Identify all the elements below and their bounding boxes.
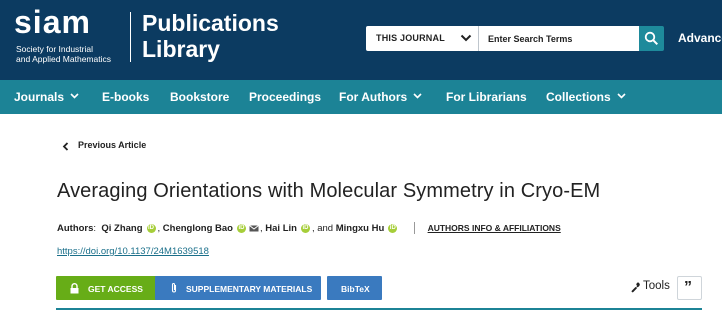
- cite-button[interactable]: ”: [677, 276, 702, 300]
- site-title[interactable]: Publications Library: [142, 10, 279, 62]
- chevron-down-icon: [413, 93, 422, 99]
- siam-logo-tagline-line1: Society for Industrial: [16, 44, 94, 54]
- orcid-icon[interactable]: iD: [388, 223, 398, 233]
- siam-logo-wordmark: siam: [14, 4, 91, 40]
- search-scope-label: THIS JOURNAL: [376, 33, 445, 43]
- divider: [413, 222, 415, 234]
- author-separator: ,: [260, 222, 263, 234]
- nav-item-proceedings[interactable]: Proceedings: [249, 90, 321, 104]
- site-title-line2: Library: [142, 36, 220, 62]
- nav-item-label: Proceedings: [249, 90, 322, 104]
- nav-item-bookstore[interactable]: Bookstore: [170, 90, 229, 104]
- nav-item-label: Collections: [546, 90, 611, 104]
- chevron-down-icon: [617, 93, 626, 99]
- siam-logo-tagline: Society for Industrial and Applied Mathe…: [16, 44, 111, 64]
- search-bar: THIS JOURNAL: [366, 26, 664, 51]
- author-name[interactable]: Hai Lin: [265, 223, 297, 234]
- mail-icon[interactable]: [249, 224, 259, 232]
- previous-article-label: Previous Article: [78, 140, 147, 150]
- nav-item-label: E-books: [102, 90, 150, 104]
- site-header: siam Society for Industrial and Applied …: [0, 0, 722, 80]
- get-access-label: GET ACCESS: [88, 284, 143, 294]
- nav-item-label: For Authors: [339, 90, 408, 104]
- authors-line: Authors: Qi Zhang iD, Chenglong Bao iD, Ha…: [57, 222, 561, 236]
- nav-item-collections[interactable]: Collections: [546, 90, 626, 104]
- author-separator: ,: [157, 222, 161, 234]
- siam-logo-tagline-line2: and Applied Mathematics: [16, 54, 111, 64]
- doi-link[interactable]: https://doi.org/10.1137/24M1639518: [57, 246, 209, 257]
- bibtex-label: BibTeX: [341, 284, 370, 294]
- nav-item-label: Bookstore: [170, 90, 230, 104]
- authors-label: Authors: [57, 222, 94, 234]
- chevron-down-icon: [460, 34, 472, 42]
- authors-affiliations-link[interactable]: AUTHORS INFO & AFFILIATIONS: [428, 223, 561, 233]
- search-scope-select[interactable]: THIS JOURNAL: [366, 26, 479, 51]
- quote-icon: ”: [684, 279, 692, 296]
- search-button[interactable]: [639, 26, 664, 51]
- author-name[interactable]: Chenglong Bao: [163, 223, 233, 234]
- section-divider: [56, 308, 702, 310]
- orcid-icon[interactable]: iD: [146, 223, 156, 233]
- nav-item-for-librarians[interactable]: For Librarians: [446, 90, 527, 104]
- nav-item-ebooks[interactable]: E-books: [102, 90, 149, 104]
- authors-colon: :: [93, 222, 99, 234]
- supplementary-materials-label: SUPPLEMENTARY MATERIALS: [186, 284, 313, 294]
- chevron-down-icon: [70, 93, 79, 99]
- author-name[interactable]: Mingxu Hu: [336, 223, 385, 234]
- orcid-icon[interactable]: iD: [237, 223, 246, 233]
- bibtex-button[interactable]: BibTeX: [327, 276, 382, 300]
- tools-label: Tools: [643, 280, 670, 292]
- search-input[interactable]: [480, 26, 638, 51]
- wrench-icon: [631, 282, 640, 293]
- nav-item-for-authors[interactable]: For Authors: [339, 90, 422, 104]
- search-icon: [644, 31, 659, 46]
- nav-item-label: For Librarians: [446, 90, 527, 104]
- author-name[interactable]: Qi Zhang: [101, 223, 142, 234]
- logo-divider: [130, 12, 131, 62]
- nav-item-journals[interactable]: Journals: [14, 90, 79, 104]
- supplementary-materials-button[interactable]: SUPPLEMENTARY MATERIALS: [155, 276, 321, 300]
- siam-logo[interactable]: siam Society for Industrial and Applied …: [14, 4, 124, 66]
- chevron-left-icon: [62, 142, 69, 151]
- main-nav: Journals E-books Bookstore Proceedings F…: [0, 80, 722, 114]
- paperclip-icon: [171, 282, 177, 293]
- article-title: Averaging Orientations with Molecular Sy…: [57, 180, 601, 202]
- advanced-search-link[interactable]: Advance: [678, 31, 722, 45]
- nav-item-label: Journals: [14, 90, 65, 104]
- lock-icon: [70, 283, 79, 294]
- author-separator: , and: [311, 222, 334, 234]
- orcid-icon[interactable]: iD: [300, 223, 310, 233]
- site-title-line1: Publications: [142, 10, 279, 36]
